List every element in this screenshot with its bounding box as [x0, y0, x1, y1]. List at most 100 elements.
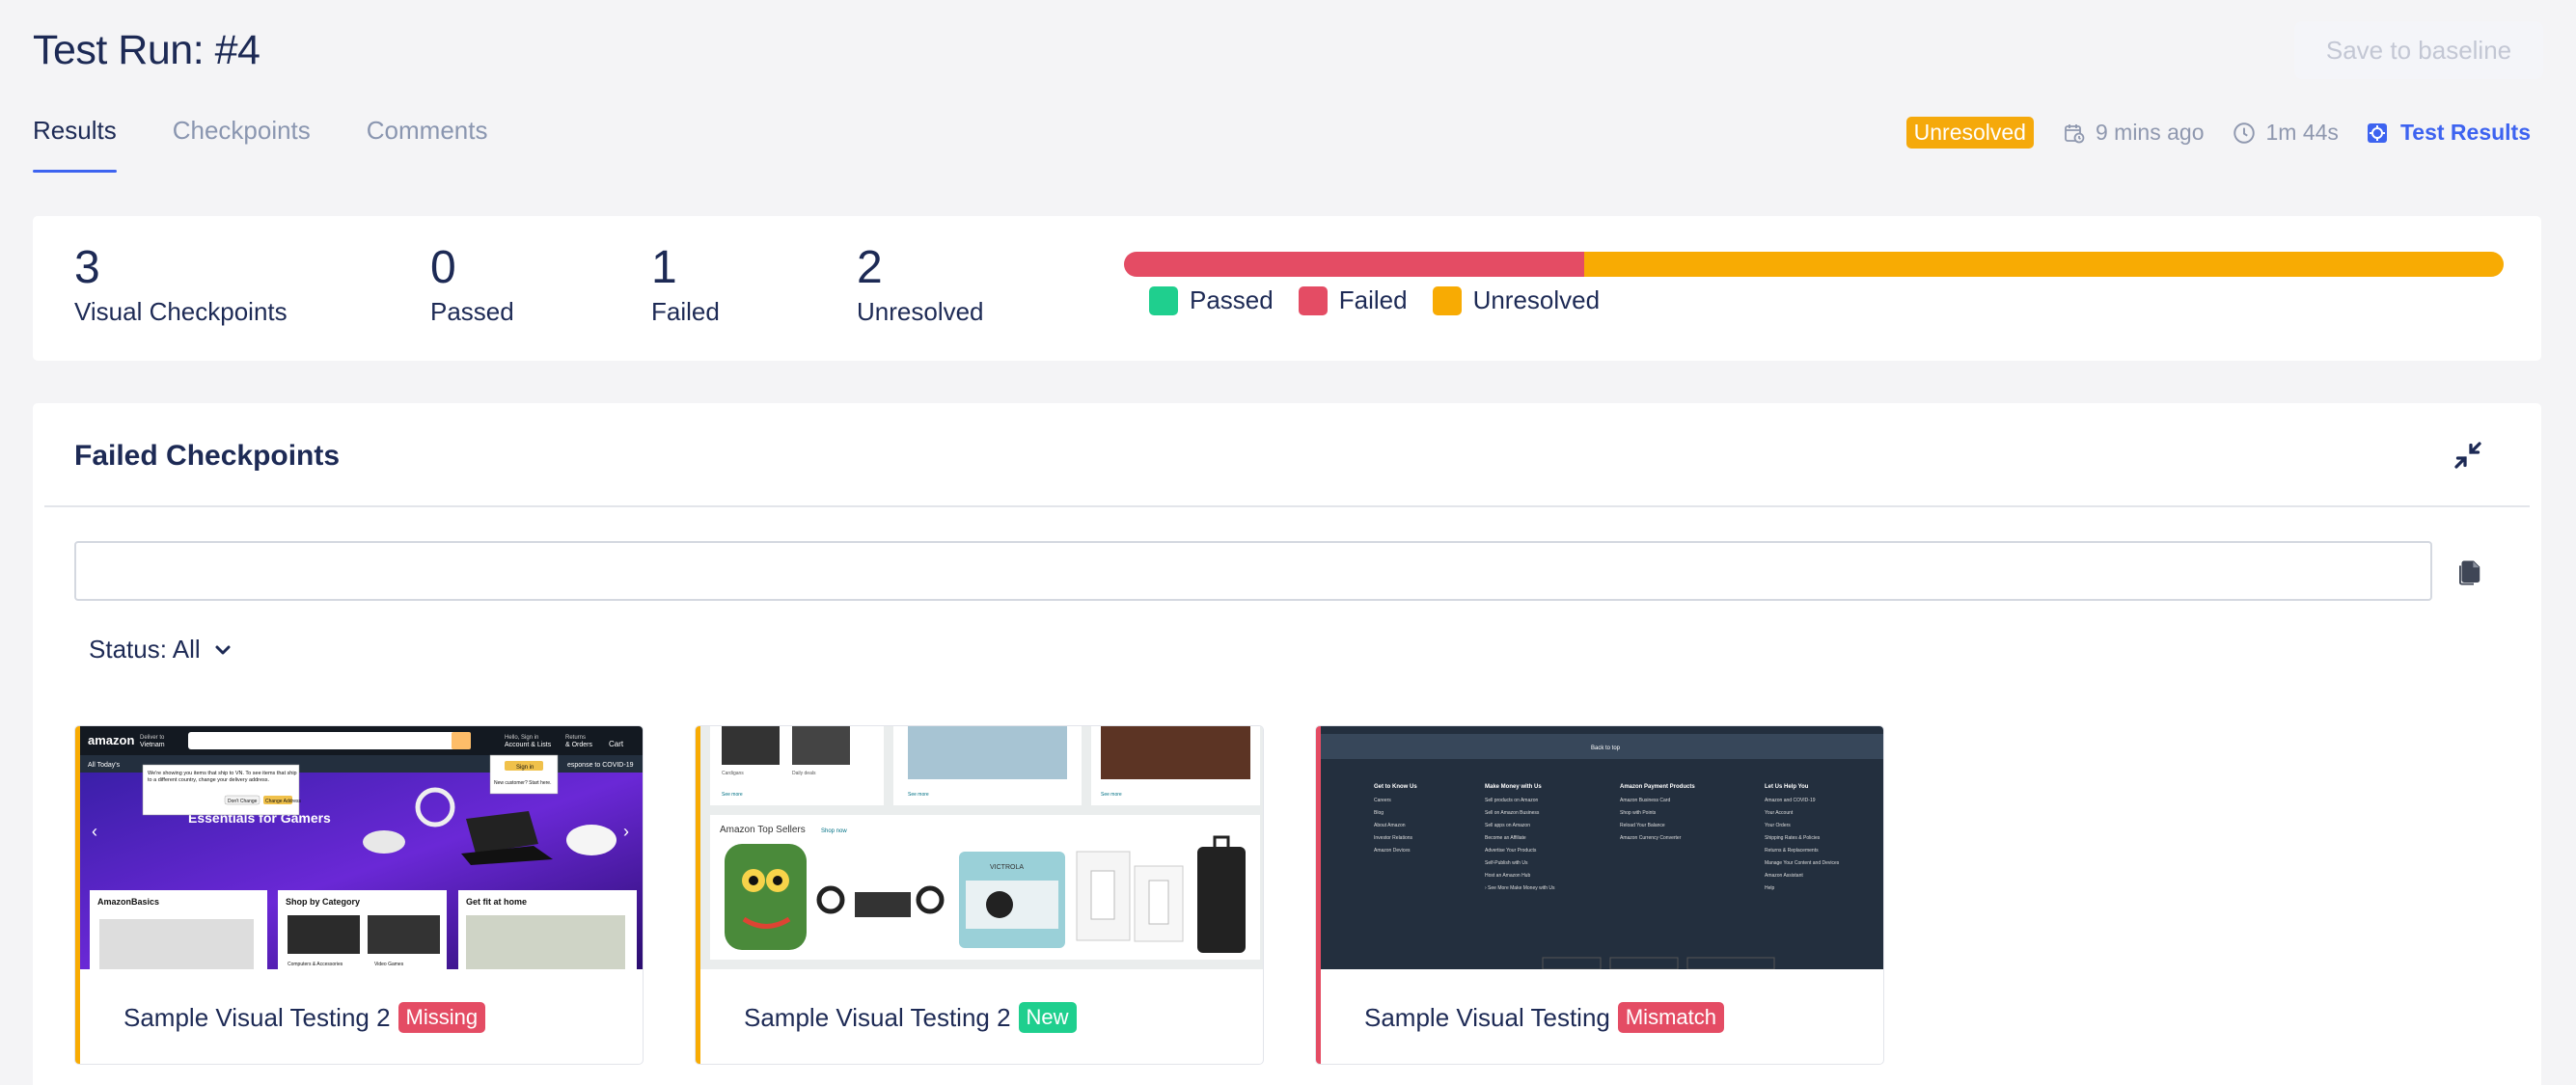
svg-text:Daily deals: Daily deals: [792, 771, 816, 776]
status-tag: Mismatch: [1617, 1002, 1724, 1033]
legend-unresolved: Unresolved: [1432, 285, 1601, 315]
footer-col-item: Self-Publish with Us: [1485, 860, 1528, 866]
footer-col-item: Advertise Your Products: [1485, 848, 1537, 854]
svg-text:Amazon Top Sellers: Amazon Top Sellers: [720, 825, 806, 835]
svg-text:Don't Change: Don't Change: [228, 799, 258, 804]
panel-title: Failed Checkpoints: [74, 440, 341, 472]
footer-col-title: Let Us Help You: [1765, 784, 1809, 790]
stat-value: 2: [857, 242, 883, 293]
tab-bar: Results Checkpoints Comments: [33, 116, 543, 173]
time-ago-text: 9 mins ago: [2095, 120, 2205, 145]
svg-text:Change Address: Change Address: [265, 799, 301, 804]
status-filter-dropdown[interactable]: Status: All: [89, 635, 232, 665]
checkpoint-card[interactable]: amazon Deliver to Vietnam Hello, Sign in…: [74, 725, 644, 1065]
time-ago: 9 mins ago: [2063, 120, 2205, 146]
checkpoint-name: Sample Visual Testing 2: [123, 1002, 391, 1032]
checkpoint-name: Sample Visual Testing: [1364, 1002, 1610, 1032]
footer-col-item: › See More Make Money with Us: [1485, 885, 1555, 891]
footer-col-item: Help: [1765, 885, 1775, 891]
svg-text:We're showing you items that s: We're showing you items that ship to VN.…: [148, 771, 297, 776]
progress-segment-unresolved: [1583, 252, 2504, 277]
amazon-logo-text: amazon: [88, 733, 134, 747]
svg-text:Deliver to: Deliver to: [140, 735, 165, 741]
stat-label: Passed: [430, 297, 514, 326]
svg-text:Vietnam: Vietnam: [140, 742, 165, 748]
legend-swatch: [1149, 285, 1178, 315]
svg-text:All Today's: All Today's: [88, 762, 121, 769]
svg-text:New customer? Start here.: New customer? Start here.: [494, 780, 551, 786]
legend-failed: Failed: [1298, 285, 1408, 315]
checkpoint-thumbnail: Back to top Get to Know Us Careers Blog Abo…: [1321, 726, 1883, 969]
svg-text:See more: See more: [722, 792, 743, 798]
tab-checkpoints[interactable]: Checkpoints: [173, 116, 311, 172]
test-results-icon: [2367, 122, 2387, 143]
legend-label: Unresolved: [1472, 285, 1601, 314]
tab-results[interactable]: Results: [33, 116, 117, 173]
summary-panel: 3 Visual Checkpoints 0 Passed 1 Failed 2…: [33, 216, 2541, 361]
checkpoint-thumbnail: Cardigans Daily deals See more See more …: [700, 726, 1263, 969]
footer-col-item: Amazon Assistant: [1765, 873, 1803, 879]
svg-text:›: ›: [623, 822, 629, 841]
footer-col-item: Returns & Replacements: [1765, 848, 1819, 854]
duration: 1m 44s: [2232, 120, 2339, 146]
footer-col-title: Get to Know Us: [1374, 784, 1417, 790]
svg-text:Get fit at home: Get fit at home: [466, 897, 527, 907]
footer-col-item: Investor Relations: [1374, 835, 1413, 841]
footer-col-item: Amazon Currency Converter: [1620, 835, 1682, 841]
checkpoint-card[interactable]: Back to top Get to Know Us Careers Blog Abo…: [1315, 725, 1884, 1065]
chevron-down-icon: [215, 645, 231, 654]
save-to-baseline-button[interactable]: Save to baseline: [2294, 21, 2543, 79]
footer-col-item: Amazon Business Card: [1620, 798, 1670, 803]
page-title: Test Run: #4: [33, 27, 260, 73]
test-results-link[interactable]: Test Results: [2366, 120, 2531, 146]
svg-text:Cardigans: Cardigans: [722, 771, 744, 776]
stat-passed: 0 Passed: [430, 241, 514, 327]
svg-text:Back to top: Back to top: [1591, 746, 1621, 751]
footer-col-item: About Amazon: [1374, 823, 1406, 828]
checkpoint-label: Sample Visual Testing Mismatch: [1364, 1002, 1724, 1033]
footer-col-item: Reload Your Balance: [1620, 823, 1665, 828]
tab-comments[interactable]: Comments: [367, 116, 488, 172]
footer-col-item: Careers: [1374, 798, 1391, 803]
collapse-icon[interactable]: [2451, 438, 2485, 477]
svg-text:Hello, Sign in: Hello, Sign in: [505, 735, 538, 741]
svg-text:Video Games: Video Games: [374, 962, 404, 967]
divider: [44, 505, 2530, 507]
progress-segment-failed: [1124, 252, 1584, 277]
svg-text:Sign in: Sign in: [516, 765, 534, 771]
svg-text:to a different country, change: to a different country, change your deli…: [148, 777, 270, 783]
results-progress-bar: [1124, 252, 2504, 277]
svg-text:See more: See more: [1101, 792, 1122, 798]
test-results-label: Test Results: [2399, 120, 2531, 145]
legend-label: Passed: [1190, 285, 1274, 314]
stat-value: 3: [74, 242, 100, 293]
footer-col-item: Host an Amazon Hub: [1485, 873, 1530, 879]
svg-text:AmazonBasics: AmazonBasics: [97, 897, 159, 907]
footer-col-title: Make Money with Us: [1485, 784, 1542, 790]
copy-icon[interactable]: [2454, 557, 2483, 593]
checkpoint-label: Sample Visual Testing 2 Missing: [123, 1002, 486, 1033]
svg-text:Shop now: Shop now: [821, 828, 847, 834]
footer-col-item: Amazon Devices: [1374, 848, 1411, 854]
status-tag: Missing: [397, 1002, 486, 1033]
legend-label: Failed: [1338, 285, 1408, 314]
stat-unresolved: 2 Unresolved: [857, 241, 984, 327]
footer-col-item: Sell products on Amazon: [1485, 798, 1539, 803]
clock-icon: [2233, 122, 2255, 144]
stat-value: 1: [651, 242, 677, 293]
checkpoint-card[interactable]: Cardigans Daily deals See more See more …: [695, 725, 1264, 1065]
footer-col-item: Your Account: [1765, 810, 1794, 816]
footer-col-item: Sell on Amazon Business: [1485, 810, 1540, 816]
footer-col-item: Shop with Points: [1620, 810, 1657, 816]
checkpoint-label: Sample Visual Testing 2 New: [744, 1002, 1077, 1033]
svg-text:esponse to COVID-19: esponse to COVID-19: [567, 762, 634, 769]
svg-text:See more: See more: [908, 792, 929, 798]
svg-text:Account & Lists: Account & Lists: [505, 742, 552, 748]
stat-label: Failed: [651, 297, 720, 326]
legend-passed: Passed: [1149, 285, 1274, 315]
stat-visual-checkpoints: 3 Visual Checkpoints: [74, 241, 288, 327]
footer-col-item: Manage Your Content and Devices: [1765, 860, 1840, 866]
search-input[interactable]: [74, 541, 2432, 601]
footer-col-item: Sell apps on Amazon: [1485, 823, 1530, 828]
status-tag: New: [1018, 1002, 1077, 1033]
